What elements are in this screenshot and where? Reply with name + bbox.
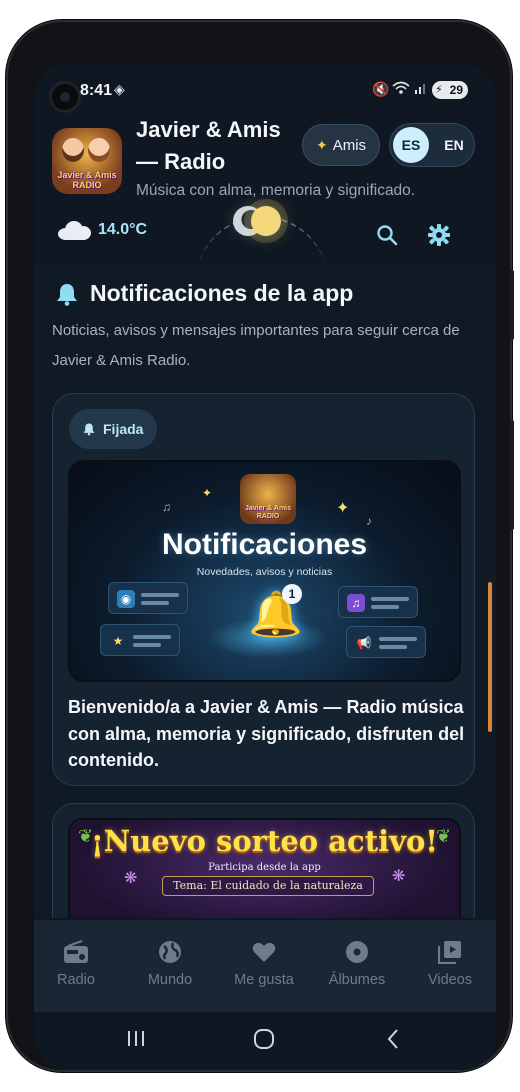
- home-icon[interactable]: [253, 1028, 275, 1055]
- pinned-badge: Fijada: [69, 409, 158, 449]
- banner-subtitle: Novedades, avisos y noticias: [196, 566, 333, 578]
- nav-item-mundo[interactable]: Mundo: [130, 938, 210, 988]
- power-button: [510, 420, 514, 530]
- banner-title: Notificaciones: [161, 528, 368, 561]
- app-logo: Javier & Amis RADIO: [52, 128, 122, 194]
- music-note-icon: ♫: [162, 500, 171, 514]
- pinned-label: Fijada: [103, 421, 144, 437]
- status-bar: 8:41 ◈ 🔇 29: [34, 64, 496, 116]
- status-time: 8:41: [80, 82, 113, 99]
- nav-label: Álbumes: [328, 972, 386, 988]
- bell-icon: [57, 283, 77, 306]
- banner-megaphone-card: 📢: [346, 626, 426, 658]
- nav-item-albumes[interactable]: Álbumes: [317, 938, 397, 988]
- wifi-icon: [392, 81, 410, 98]
- search-icon[interactable]: [374, 222, 400, 248]
- music-note-icon: ♪: [366, 514, 372, 528]
- banner-logo: Javier & Amis RADIO: [240, 474, 296, 524]
- disc-icon: [317, 938, 397, 966]
- section-title: Notificaciones de la app: [56, 280, 353, 307]
- banner-music-card: ♫: [338, 586, 418, 618]
- star-icon: ✦: [336, 500, 350, 517]
- camera-hole: [52, 84, 78, 110]
- gear-icon[interactable]: [426, 222, 452, 248]
- temperature: 14.0°C: [98, 221, 148, 238]
- sparkle-icon: ✦: [315, 136, 328, 153]
- notification-count-badge: 1: [282, 584, 302, 604]
- mute-icon: 🔇: [372, 81, 390, 97]
- bottom-nav: Radio Mundo Me gusta Álbumes Videos: [34, 920, 496, 1012]
- logo-character-javier: [62, 138, 84, 162]
- cloud-icon: [56, 220, 92, 240]
- battery-indicator: 29: [432, 81, 468, 99]
- notifications-content[interactable]: Notificaciones de la app Noticias, aviso…: [34, 264, 496, 918]
- app-subtitle: Música con alma, memoria y significado.: [136, 182, 416, 199]
- section-title-text: Notificaciones de la app: [90, 280, 354, 306]
- theme-toggle[interactable]: [233, 204, 285, 238]
- logo-text: Javier & Amis RADIO: [57, 170, 117, 190]
- location-icon: ◈: [114, 81, 125, 97]
- nav-item-me-gusta[interactable]: Me gusta: [224, 938, 304, 988]
- amis-button[interactable]: ✦ Amis: [302, 124, 380, 166]
- scrollbar[interactable]: [488, 582, 492, 732]
- back-icon[interactable]: [386, 1028, 400, 1055]
- star-icon: ✦: [202, 486, 213, 500]
- recent-apps-icon[interactable]: [126, 1028, 146, 1053]
- lang-en-option[interactable]: EN: [436, 127, 472, 163]
- sun-icon: [251, 206, 281, 236]
- raffle-title: ¡Nuevo sorteo activo!: [90, 824, 439, 858]
- banner-radio-card: ◉: [108, 582, 188, 614]
- video-icon: [410, 938, 490, 966]
- lang-es-option[interactable]: ES: [393, 127, 429, 163]
- notification-card[interactable]: Fijada ✦ ✦ ♫ ♪ Javier & Amis RADIO Notif…: [52, 393, 475, 786]
- nav-item-radio[interactable]: Radio: [36, 938, 116, 988]
- raffle-card[interactable]: ❦ ❦ ❋ ❋ ¡Nuevo sorteo activo! Participa …: [52, 803, 475, 918]
- globe-icon: [130, 938, 210, 966]
- section-description: Noticias, avisos y mensajes importantes …: [52, 322, 460, 369]
- weather-widget: 14.0°C: [56, 220, 147, 240]
- phone-frame: 8:41 ◈ 🔇 29 Javier & Amis RADIO Javier &…: [6, 20, 514, 1072]
- raffle-subtitle: Participa desde la app: [208, 862, 321, 873]
- logo-character-amis: [88, 138, 110, 162]
- signal-icon: [414, 81, 428, 98]
- screen: 8:41 ◈ 🔇 29 Javier & Amis RADIO Javier &…: [34, 64, 496, 1070]
- nav-item-videos[interactable]: Videos: [410, 938, 490, 988]
- heart-icon: [224, 938, 304, 966]
- raffle-banner-image: ❦ ❦ ❋ ❋ ¡Nuevo sorteo activo! Participa …: [68, 818, 461, 918]
- system-nav-bar: [34, 1012, 496, 1070]
- bell-small-icon: [83, 423, 95, 436]
- notification-banner-image: ✦ ✦ ♫ ♪ Javier & Amis RADIO Notificacion…: [68, 460, 461, 682]
- app-title: Javier & Amis — Radio: [136, 117, 281, 174]
- banner-bell: 🔔 1: [208, 584, 328, 658]
- language-toggle[interactable]: ES EN: [389, 123, 475, 167]
- amis-button-label: Amis: [332, 136, 367, 154]
- raffle-theme: Tema: El cuidado de la naturaleza: [162, 876, 374, 896]
- radio-icon: [36, 938, 116, 966]
- banner-star-card: ★: [100, 624, 180, 656]
- nav-label: Mundo: [147, 972, 193, 988]
- nav-label: Videos: [427, 972, 473, 988]
- volume-button: [510, 270, 514, 340]
- nav-label: Radio: [57, 972, 95, 988]
- nav-label: Me gusta: [234, 972, 294, 988]
- notification-message: Bienvenido/a a Javier & Amis — Radio mús…: [68, 697, 465, 770]
